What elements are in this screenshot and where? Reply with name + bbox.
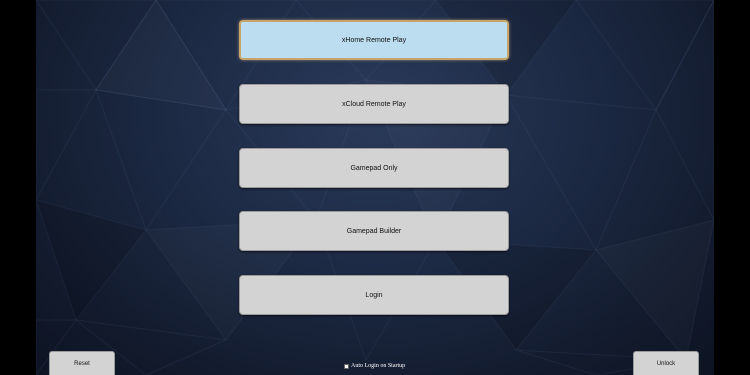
reset-button[interactable]: Reset bbox=[49, 351, 115, 375]
unlock-label: Unlock bbox=[656, 361, 676, 367]
auto-login-label: Auto Login on Startup bbox=[351, 363, 406, 369]
auto-login-checkbox[interactable] bbox=[344, 363, 349, 369]
main-panel: xHome Remote Play xCloud Remote Play Gam… bbox=[36, 0, 714, 375]
auto-login-checkbox-row[interactable]: Auto Login on Startup bbox=[344, 363, 405, 369]
gamepad-builder-label: Gamepad Builder bbox=[346, 227, 402, 235]
gamepad-builder-button[interactable]: Gamepad Builder bbox=[239, 211, 509, 251]
login-button[interactable]: Login bbox=[239, 275, 509, 315]
xcloud-remote-play-button[interactable]: xCloud Remote Play bbox=[239, 84, 509, 124]
reset-label: Reset bbox=[74, 361, 90, 367]
gamepad-only-button[interactable]: Gamepad Only bbox=[239, 148, 509, 188]
xcloud-remote-play-label: xCloud Remote Play bbox=[342, 100, 406, 108]
app-screen: xHome Remote Play xCloud Remote Play Gam… bbox=[0, 0, 750, 375]
xhome-remote-play-label: xHome Remote Play bbox=[341, 36, 407, 44]
gamepad-only-label: Gamepad Only bbox=[350, 164, 398, 172]
login-label: Login bbox=[365, 291, 383, 299]
xhome-remote-play-button[interactable]: xHome Remote Play bbox=[239, 20, 509, 60]
unlock-button[interactable]: Unlock bbox=[633, 351, 699, 375]
